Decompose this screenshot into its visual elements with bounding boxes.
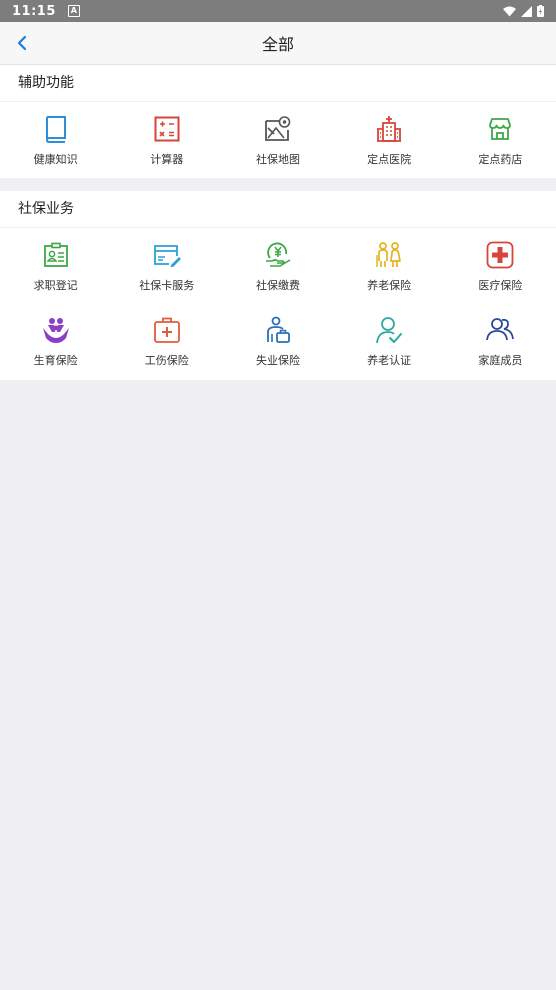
grid-item-designated-hospital[interactable]: 定点医院 bbox=[334, 102, 445, 177]
family-icon bbox=[486, 318, 515, 341]
grid-item-job-register[interactable]: 求职登记 bbox=[0, 228, 111, 303]
grid-item-label: 家庭成员 bbox=[478, 354, 523, 367]
grid-item-label: 求职登记 bbox=[33, 279, 78, 292]
medical-icon bbox=[486, 241, 514, 269]
grid-item-medical-insurance[interactable]: 医疗保险 bbox=[445, 228, 556, 303]
grid-item-label: 生育保险 bbox=[33, 354, 78, 367]
hospital-icon bbox=[377, 116, 402, 142]
grid-item-pension-auth[interactable]: 养老认证 bbox=[334, 303, 445, 378]
nav-header: 全部 bbox=[0, 22, 556, 65]
job-register-icon bbox=[43, 242, 68, 267]
chevron-left-icon bbox=[17, 35, 27, 51]
status-bar: 11:15 A bbox=[0, 0, 556, 22]
section-title: 社保业务 bbox=[0, 191, 556, 228]
grid-item-label: 定点医院 bbox=[367, 153, 412, 166]
grid-item-unemployment-insurance[interactable]: 失业保险 bbox=[222, 303, 333, 378]
grid-item-maternity-insurance[interactable]: 生育保险 bbox=[0, 303, 111, 378]
back-button[interactable] bbox=[10, 31, 34, 55]
grid-item-label: 失业保险 bbox=[255, 354, 300, 367]
grid-item-label: 定点药店 bbox=[478, 153, 523, 166]
grid-item-card-service[interactable]: 社保卡服务 bbox=[111, 228, 222, 303]
grid-item-social-map[interactable]: 社保地图 bbox=[222, 102, 333, 177]
section-title: 辅助功能 bbox=[0, 65, 556, 102]
page-title: 全部 bbox=[261, 35, 294, 54]
grid-item-payment[interactable]: 社保缴费 bbox=[222, 228, 333, 303]
grid-item-label: 工伤保险 bbox=[144, 354, 189, 367]
notification-icon: A bbox=[67, 5, 80, 17]
icon-grid: 求职登记 社保卡服务 社保缴费 养老保险 医疗保险 生育保险 工伤保险 失业保险… bbox=[0, 228, 556, 380]
grid-item-label: 养老保险 bbox=[367, 279, 412, 292]
maternity-icon bbox=[42, 318, 69, 343]
grid-item-label: 计算器 bbox=[150, 153, 184, 166]
signal-icon bbox=[521, 5, 532, 17]
section-aux-functions: 辅助功能 健康知识 计算器 社保地图 定点医院 定点药店 bbox=[0, 65, 556, 178]
grid-item-label: 养老认证 bbox=[367, 354, 412, 367]
grid-item-health-knowledge[interactable]: 健康知识 bbox=[0, 102, 111, 177]
grid-item-family-members[interactable]: 家庭成员 bbox=[445, 303, 556, 378]
grid-item-label: 医疗保险 bbox=[478, 279, 523, 292]
injury-icon bbox=[153, 317, 180, 343]
card-icon bbox=[153, 245, 181, 267]
payment-icon bbox=[265, 242, 291, 267]
pension-auth-icon bbox=[376, 317, 403, 344]
elderly-icon bbox=[376, 242, 402, 267]
pharmacy-icon bbox=[489, 118, 512, 140]
grid-item-label: 社保地图 bbox=[255, 153, 300, 166]
grid-item-calculator[interactable]: 计算器 bbox=[111, 102, 222, 177]
grid-item-label: 健康知识 bbox=[33, 153, 78, 166]
battery-icon bbox=[537, 5, 544, 17]
grid-item-injury-insurance[interactable]: 工伤保险 bbox=[111, 303, 222, 378]
grid-item-label: 社保缴费 bbox=[255, 279, 300, 292]
unemployment-icon bbox=[267, 316, 290, 343]
grid-item-label: 社保卡服务 bbox=[139, 279, 195, 292]
calculator-icon bbox=[154, 116, 180, 142]
grid-item-designated-pharmacy[interactable]: 定点药店 bbox=[445, 102, 556, 177]
icon-grid: 健康知识 计算器 社保地图 定点医院 定点药店 bbox=[0, 102, 556, 178]
status-time: 11:15 bbox=[12, 3, 56, 19]
wifi-icon bbox=[503, 6, 516, 16]
grid-item-pension-insurance[interactable]: 养老保险 bbox=[334, 228, 445, 303]
map-icon bbox=[265, 116, 291, 141]
section-social-business: 社保业务 求职登记 社保卡服务 社保缴费 养老保险 医疗保险 生育保险 工伤保险… bbox=[0, 191, 556, 380]
book-icon bbox=[45, 116, 66, 143]
